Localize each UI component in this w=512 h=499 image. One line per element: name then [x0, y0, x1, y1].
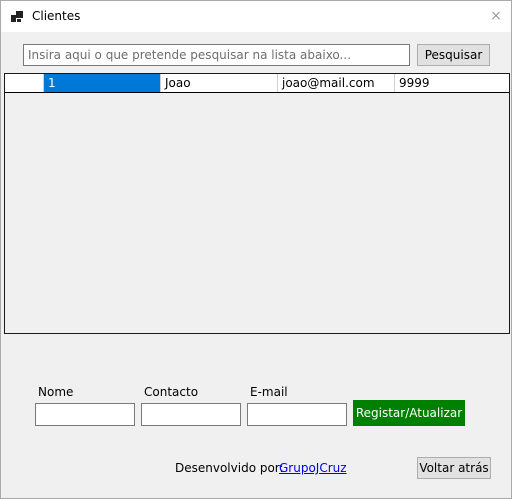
credit-label: Desenvolvido por:: [175, 461, 284, 475]
form-icon: [11, 11, 23, 22]
window-title: Clientes: [32, 9, 81, 23]
contacto-field[interactable]: [141, 403, 241, 426]
cell-contacto[interactable]: 9999: [395, 74, 509, 92]
row-header[interactable]: [5, 74, 44, 92]
search-input[interactable]: Insira aqui o que pretende pesquisar na …: [23, 44, 410, 66]
clients-grid[interactable]: 1 Joao joao@mail.com 9999: [4, 73, 510, 334]
clientes-window: Clientes × Insira aqui o que pretende pe…: [0, 0, 512, 499]
cell-id[interactable]: 1: [44, 74, 161, 92]
cell-email[interactable]: joao@mail.com: [278, 74, 395, 92]
email-field[interactable]: [247, 403, 347, 426]
cell-nome[interactable]: Joao: [161, 74, 278, 92]
credit-link[interactable]: GrupoJCruz: [279, 461, 347, 476]
contacto-label: Contacto: [144, 385, 199, 399]
table-row[interactable]: 1 Joao joao@mail.com 9999: [5, 74, 509, 93]
client-area: Insira aqui o que pretende pesquisar na …: [1, 32, 511, 498]
search-button[interactable]: Pesquisar: [417, 44, 490, 66]
email-label: E-mail: [250, 385, 288, 399]
register-update-button[interactable]: Registar/Atualizar: [353, 400, 465, 426]
nome-label: Nome: [38, 385, 74, 399]
title-bar[interactable]: Clientes ×: [1, 1, 511, 32]
back-button[interactable]: Voltar atrás: [417, 457, 491, 479]
nome-field[interactable]: [35, 403, 135, 426]
close-icon[interactable]: ×: [483, 5, 509, 27]
